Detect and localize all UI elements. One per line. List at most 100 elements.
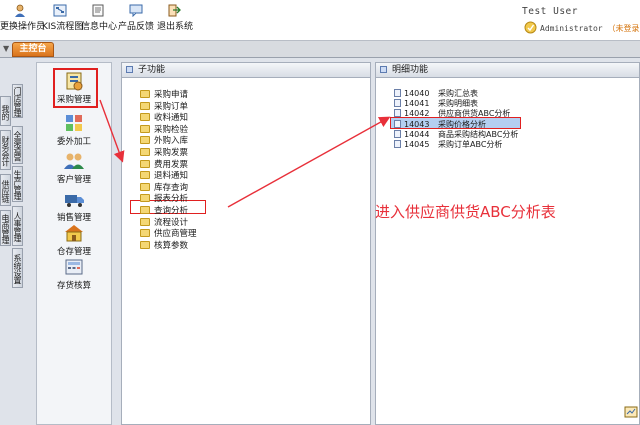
detail-function-label: 采购价格分析 (438, 119, 486, 129)
top-toolbar: 更换操作员 KIS流程图 信息中心 产品反馈 退出系统 Test User Ad… (0, 0, 640, 40)
sub-function-item[interactable]: 采购申请 (140, 90, 188, 101)
corner-status-icon[interactable] (624, 406, 638, 418)
vtab-production[interactable]: 生产管理 (12, 166, 23, 202)
report-icon (394, 109, 401, 118)
detail-function-label: 采购汇总表 (438, 89, 478, 98)
sub-function-item[interactable]: 采购检验 (140, 124, 189, 136)
user-info: Test User Administrator （未登录） (522, 4, 640, 38)
module-customer-management[interactable]: 客户管理 (37, 151, 111, 185)
workspace: 门店管理 我的KIS 全渠道营销 财务会计 供应链 生产管理 电商管理 人事管理… (0, 58, 640, 425)
sub-function-label: 采购发票 (154, 148, 189, 158)
folder-icon (140, 229, 150, 238)
report-icon (394, 99, 401, 108)
sub-function-item[interactable]: 库存查询 (140, 182, 189, 194)
module-outsourcing[interactable]: 委外加工 (37, 113, 111, 147)
module-label: 委外加工 (56, 137, 91, 147)
sub-function-item[interactable]: 采购发票 (140, 148, 188, 159)
login-status: （未登录） (607, 24, 640, 33)
chevron-down-icon[interactable]: ▼ (3, 44, 9, 53)
vtab-ecommerce[interactable]: 电商管理 (0, 210, 11, 246)
sub-function-item[interactable]: 报表分析 (140, 194, 188, 205)
module-label: 存货核算 (56, 281, 91, 291)
sub-function-label: 采购申请 (154, 90, 189, 100)
module-purchase-management[interactable]: 采购管理 (37, 71, 111, 105)
vtab-system-settings[interactable]: 系统设置 (12, 248, 23, 288)
detail-function-label: 商品采购结构ABC分析 (438, 129, 519, 139)
sub-function-item[interactable]: 收料通知 (140, 113, 188, 124)
sub-function-label: 外购入库 (154, 136, 189, 147)
sub-function-item[interactable]: 核算参数 (140, 240, 189, 252)
folder-icon (140, 217, 150, 226)
folder-icon (140, 113, 150, 122)
module-label: 采购管理 (56, 95, 91, 105)
report-icon (394, 119, 401, 128)
folder-icon (140, 240, 150, 249)
user-name: Test User (522, 6, 578, 17)
sub-function-item[interactable]: 供应商管理 (140, 229, 197, 240)
instruction-annotation: 进入供应商供货ABC分析表 (375, 203, 556, 221)
kis-flowchart-button[interactable]: KIS流程图 (42, 4, 83, 36)
purchase-management-icon (66, 72, 83, 91)
detail-function-header: 明细功能 (376, 63, 639, 78)
sub-function-label: 核算参数 (154, 240, 189, 251)
detail-function-label: 采购明细表 (438, 99, 478, 109)
sub-function-item[interactable]: 退料通知 (140, 171, 188, 182)
sub-function-label: 报表分析 (154, 194, 189, 205)
folder-icon (140, 206, 150, 214)
vtab-omnichannel[interactable]: 全渠道营销 (12, 126, 23, 164)
sub-function-item[interactable]: 查询分析 (140, 206, 188, 217)
sub-function-panel: 子功能 采购申请 采购订单 收料通知 采购检验 外购入库 采购发票 费用发票 退料通知 库存查询… (121, 62, 371, 425)
tab-main-console[interactable]: 主控台 (12, 42, 54, 57)
detail-function-label: 供应商供货ABC分析 (438, 109, 511, 119)
vtab-my-kis[interactable]: 我的KIS (0, 96, 11, 126)
info-center-label: 信息中心 (81, 22, 118, 32)
product-feedback-button[interactable]: 产品反馈 (118, 4, 154, 36)
folder-icon (140, 148, 150, 156)
switch-operator-button[interactable]: 更换操作员 (0, 4, 45, 36)
sub-function-label: 库存查询 (154, 182, 189, 193)
sub-function-item[interactable]: 采购订单 (140, 101, 188, 113)
info-center-icon (92, 4, 104, 17)
detail-function-title: 明细功能 (392, 65, 429, 75)
outsourcing-icon (66, 115, 82, 131)
sub-function-label: 供应商管理 (154, 229, 197, 240)
vtab-finance[interactable]: 财务会计 (0, 130, 11, 170)
module-label: 仓存管理 (56, 247, 91, 257)
sub-function-label: 流程设计 (154, 217, 189, 228)
module-inventory-accounting[interactable]: 存货核算 (37, 257, 111, 291)
report-icon (394, 89, 401, 97)
exit-system-button[interactable]: 退出系统 (157, 4, 194, 36)
module-warehouse-management[interactable]: 仓存管理 (37, 223, 111, 257)
sales-management-icon (65, 195, 84, 207)
folder-icon (140, 101, 150, 110)
feedback-icon (129, 4, 143, 17)
module-sales-management[interactable]: 销售管理 (37, 189, 111, 223)
product-feedback-label: 产品反馈 (118, 22, 155, 32)
folder-icon (140, 194, 150, 203)
sub-function-item[interactable]: 流程设计 (140, 217, 189, 229)
vtab-store-management[interactable]: 门店管理 (12, 84, 23, 118)
module-label: 客户管理 (56, 175, 91, 185)
user-role: Administrator （未登录） (540, 23, 640, 34)
sub-function-item[interactable]: 外购入库 (140, 136, 188, 147)
detail-function-label: 采购订单ABC分析 (438, 140, 503, 149)
detail-function-item[interactable]: 14045 采购订单ABC分析 (394, 139, 502, 150)
sub-function-label: 退料通知 (154, 171, 189, 182)
vtab-hr[interactable]: 人事管理 (12, 206, 23, 246)
flowchart-icon (53, 4, 67, 17)
customer-management-icon (64, 153, 84, 169)
report-icon (394, 129, 401, 138)
info-center-button[interactable]: 信息中心 (81, 4, 118, 36)
module-label: 销售管理 (56, 213, 91, 223)
sub-function-item[interactable]: 费用发票 (140, 159, 188, 171)
detail-function-panel: 明细功能 14040 采购汇总表 14041 采购明细表 14042 供应商供货ABC分析… (375, 62, 640, 425)
vtab-supply-chain[interactable]: 供应链 (0, 174, 11, 206)
vertical-nav: 门店管理 我的KIS 全渠道营销 财务会计 供应链 生产管理 电商管理 人事管理… (0, 58, 34, 425)
folder-icon (140, 124, 150, 133)
tab-strip: ▼ 主控台 (0, 40, 640, 58)
inventory-accounting-icon (65, 259, 83, 275)
exit-system-label: 退出系统 (157, 22, 194, 32)
warehouse-icon (65, 225, 83, 242)
sub-function-label: 采购检验 (154, 124, 189, 135)
panel-header-icon (126, 66, 133, 73)
